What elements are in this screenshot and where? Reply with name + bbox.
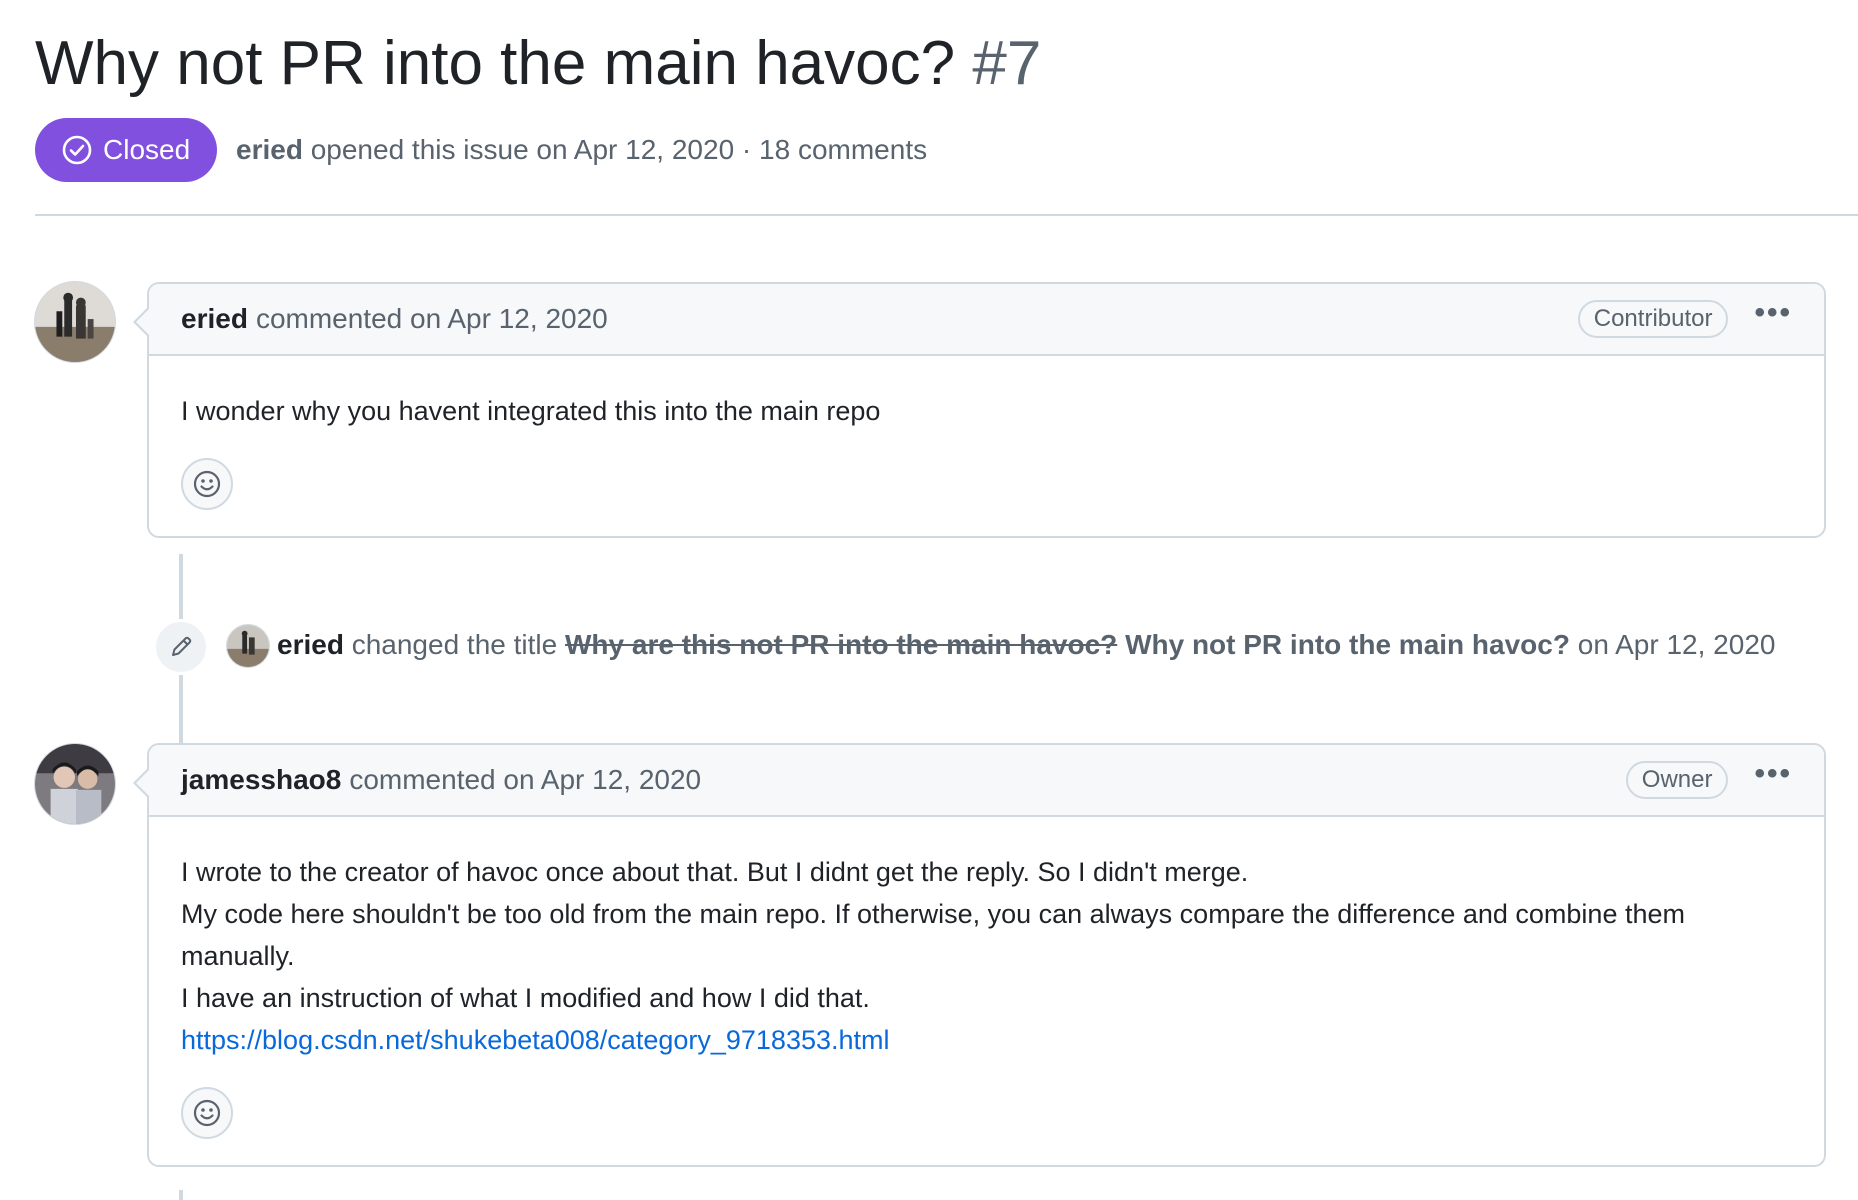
- event-author-link[interactable]: eried: [277, 629, 344, 660]
- user-avatar-image: [35, 744, 115, 824]
- new-title: Why not PR into the main havoc?: [1125, 629, 1570, 660]
- issue-page: Why not PR into the main havoc? #7 Close…: [0, 0, 1858, 1200]
- issue-number: #7: [972, 29, 1042, 98]
- avatar[interactable]: [34, 743, 116, 825]
- issue-state-label: Closed: [103, 134, 191, 165]
- old-title: Why are this not PR into the main havoc?: [565, 629, 1118, 660]
- event-action: changed the title: [351, 629, 558, 660]
- issue-meta-text: opened this issue on Apr 12, 2020 · 18 c…: [310, 134, 928, 165]
- kebab-menu-button[interactable]: •••: [1754, 298, 1792, 335]
- header-divider: [35, 214, 1858, 216]
- comment-header: eried commented on Apr 12, 2020 Contribu…: [149, 284, 1824, 356]
- issue-title-text: Why not PR into the main havoc?: [35, 29, 956, 98]
- comment-paragraph: My code here shouldn't be too old from t…: [181, 899, 1685, 971]
- pencil-icon: [172, 636, 192, 656]
- role-label: Contributor: [1577, 300, 1729, 338]
- avatar[interactable]: [34, 281, 116, 363]
- comment-header: jamesshao8 commented on Apr 12, 2020 Own…: [149, 745, 1824, 817]
- smiley-icon: [193, 470, 221, 498]
- comment-paragraph: I wonder why you havent integrated this …: [181, 396, 881, 426]
- comment-link[interactable]: https://blog.csdn.net/shukebeta008/categ…: [181, 1025, 890, 1055]
- kebab-menu-button[interactable]: •••: [1754, 759, 1792, 796]
- comment-paragraph: I wrote to the creator of havoc once abo…: [181, 857, 1249, 887]
- event-icon: [153, 619, 209, 675]
- comment-card: jamesshao8 commented on Apr 12, 2020 Own…: [133, 743, 1826, 1167]
- issue-state-badge: Closed: [35, 118, 218, 182]
- smiley-icon: [193, 1099, 221, 1127]
- comment-author-link[interactable]: jamesshao8: [181, 764, 341, 796]
- user-avatar-image: [35, 282, 115, 362]
- timeline-line: [179, 1190, 183, 1200]
- user-avatar-image: [227, 625, 269, 667]
- comment-body: I wonder why you havent integrated this …: [149, 356, 1824, 432]
- comment-paragraph: I have an instruction of what I modified…: [181, 983, 870, 1013]
- add-reaction-button[interactable]: [181, 458, 233, 510]
- comment-timestamp[interactable]: commented on Apr 12, 2020: [349, 764, 701, 796]
- title-change-event: eried changed the title Why are this not…: [277, 624, 1775, 666]
- event-timestamp[interactable]: on Apr 12, 2020: [1578, 629, 1776, 660]
- comment-body: I wrote to the creator of havoc once abo…: [149, 817, 1824, 1061]
- issue-title: Why not PR into the main havoc? #7: [35, 26, 1041, 102]
- comment-author-link[interactable]: eried: [181, 303, 248, 335]
- issue-author-link[interactable]: eried: [236, 134, 303, 165]
- check-circle-icon: [62, 135, 92, 165]
- event-avatar[interactable]: [226, 624, 270, 668]
- role-label: Owner: [1625, 761, 1729, 799]
- comment-timestamp[interactable]: commented on Apr 12, 2020: [256, 303, 608, 335]
- issue-meta: eried opened this issue on Apr 12, 2020 …: [236, 130, 927, 170]
- comment-card: eried commented on Apr 12, 2020 Contribu…: [133, 282, 1826, 538]
- add-reaction-button[interactable]: [181, 1087, 233, 1139]
